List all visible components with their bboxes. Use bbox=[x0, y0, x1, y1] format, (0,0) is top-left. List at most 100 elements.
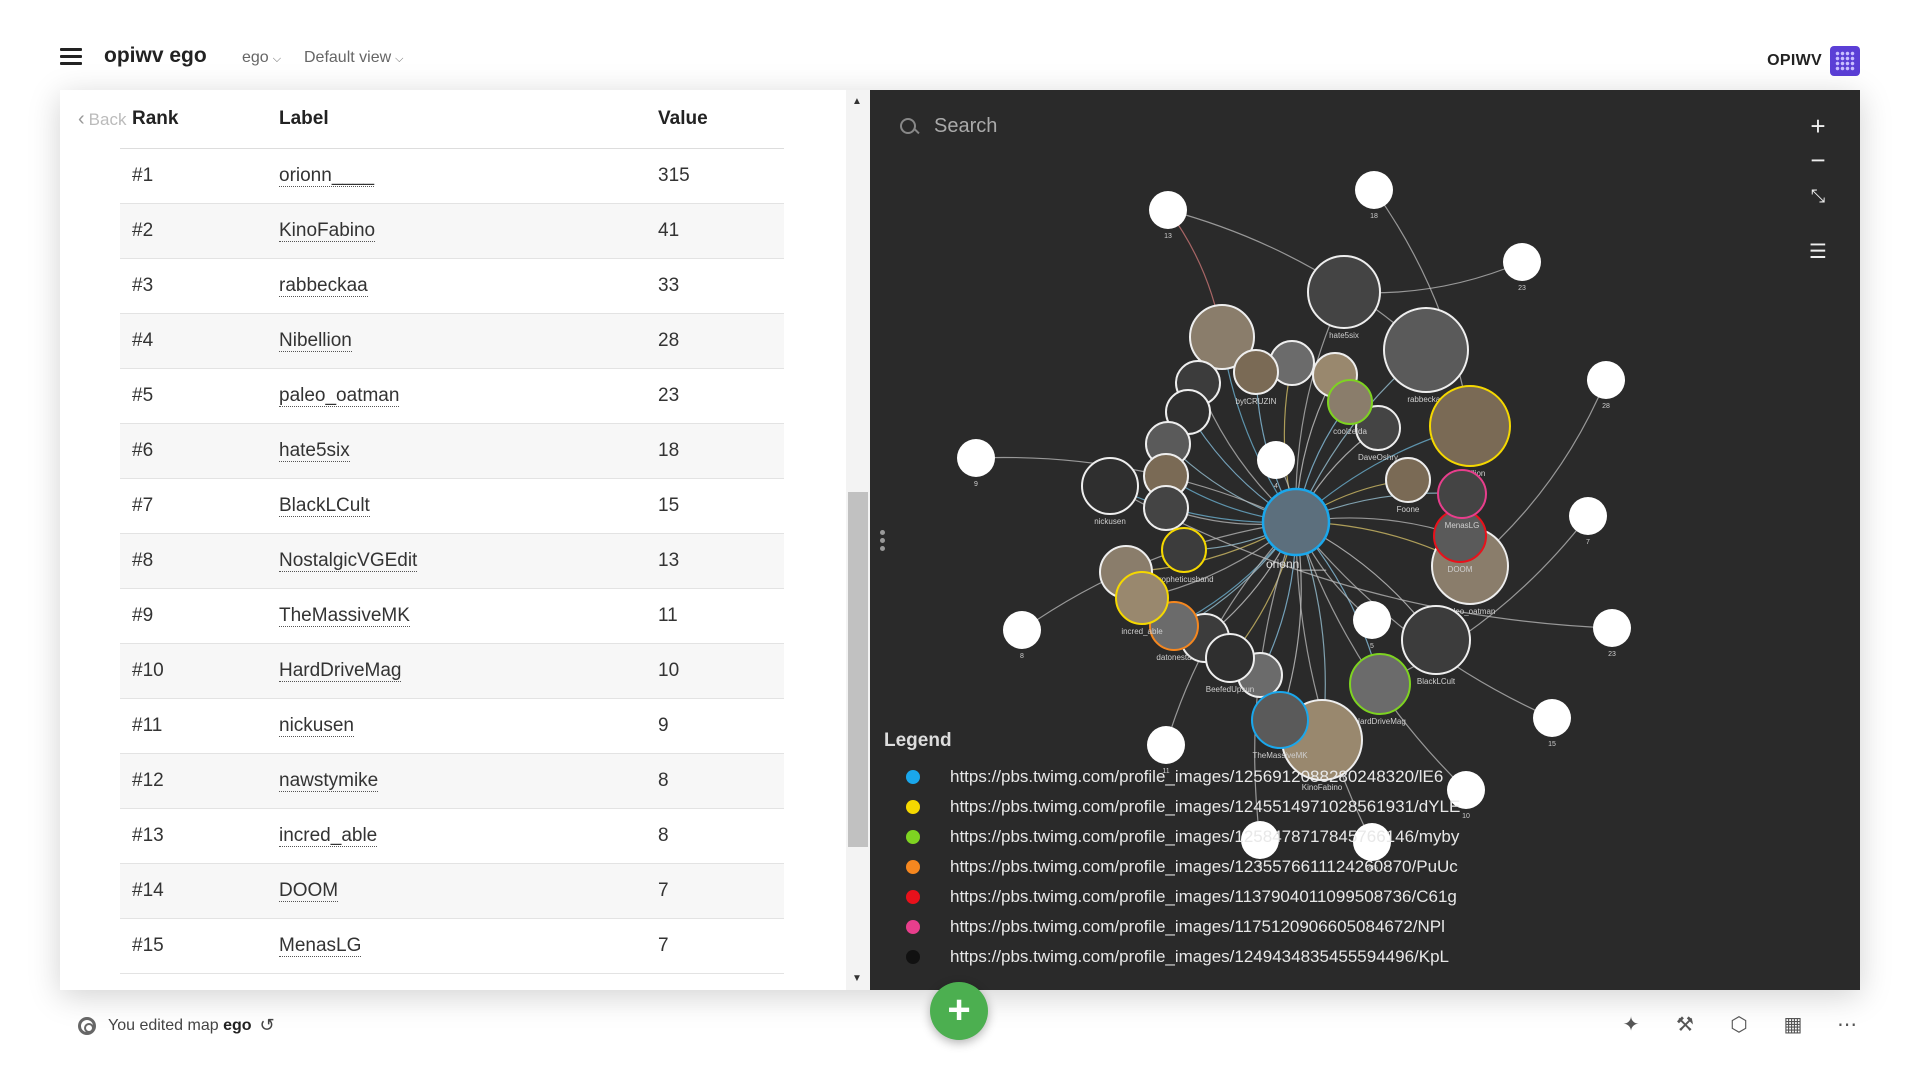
profile-node[interactable] bbox=[1385, 457, 1431, 503]
table-row[interactable]: #4 Nibellion 28 bbox=[120, 313, 784, 369]
label-cell[interactable]: KinoFabino bbox=[267, 203, 646, 259]
label-cell[interactable]: hate5six bbox=[267, 423, 646, 479]
white-node[interactable] bbox=[1593, 609, 1631, 647]
white-node[interactable] bbox=[1503, 243, 1541, 281]
profile-node[interactable] bbox=[1081, 457, 1139, 515]
white-node[interactable] bbox=[957, 439, 995, 477]
node-link[interactable]: nickusen bbox=[279, 715, 354, 737]
profile-node[interactable] bbox=[1205, 633, 1255, 683]
profile-node[interactable] bbox=[1143, 485, 1189, 531]
legend-item[interactable]: https://pbs.twimg.com/profile_images/125… bbox=[884, 822, 1494, 852]
more-icon[interactable]: ⋯ bbox=[1834, 1012, 1860, 1038]
legend-color-dot bbox=[906, 950, 920, 964]
label-cell[interactable]: DOOM bbox=[267, 863, 646, 919]
add-element-button[interactable]: + bbox=[930, 982, 988, 1040]
white-node[interactable] bbox=[1569, 497, 1607, 535]
node-link[interactable]: Nibellion bbox=[279, 330, 352, 352]
table-row[interactable]: #6 hate5six 18 bbox=[120, 423, 784, 479]
node-link[interactable]: TheMassiveMK bbox=[279, 605, 410, 627]
legend-item[interactable]: https://pbs.twimg.com/profile_images/117… bbox=[884, 912, 1494, 942]
table-row[interactable]: #1 orionn____ 315 bbox=[120, 148, 784, 204]
table-row[interactable]: #9 TheMassiveMK 11 bbox=[120, 588, 784, 644]
cube-icon[interactable]: ⬡ bbox=[1726, 1012, 1752, 1038]
profile-node[interactable] bbox=[1401, 605, 1471, 675]
profile-node[interactable] bbox=[1327, 379, 1373, 425]
table-row[interactable]: #5 paleo_oatman 23 bbox=[120, 368, 784, 424]
table-row[interactable]: #12 nawstymike 8 bbox=[120, 753, 784, 809]
column-header-rank[interactable]: Rank bbox=[120, 90, 267, 149]
map-dropdown[interactable]: ego ⌵ bbox=[242, 49, 281, 67]
profile-node[interactable] bbox=[1161, 527, 1207, 573]
magic-wand-icon[interactable]: ✦ bbox=[1618, 1012, 1644, 1038]
scroll-up-arrow-icon[interactable]: ▲ bbox=[852, 96, 862, 107]
node-link[interactable]: HardDriveMag bbox=[279, 660, 402, 682]
label-cell[interactable]: Nibellion bbox=[267, 313, 646, 369]
view-dropdown[interactable]: Default view ⌵ bbox=[304, 49, 404, 67]
profile-node[interactable] bbox=[1437, 469, 1487, 519]
white-node[interactable] bbox=[1353, 601, 1391, 639]
white-node[interactable] bbox=[1587, 361, 1625, 399]
node-label: DaveOshry bbox=[1358, 453, 1398, 462]
table-row[interactable]: #8 NostalgicVGEdit 13 bbox=[120, 533, 784, 589]
legend-item[interactable]: https://pbs.twimg.com/profile_images/124… bbox=[884, 942, 1494, 972]
table-row[interactable]: #10 HardDriveMag 10 bbox=[120, 643, 784, 699]
node-link[interactable]: rabbeckaa bbox=[279, 275, 368, 297]
table-row[interactable]: #7 BlackLCult 15 bbox=[120, 478, 784, 534]
node-link[interactable]: NostalgicVGEdit bbox=[279, 550, 418, 572]
node-link[interactable]: incred_able bbox=[279, 825, 378, 847]
white-node[interactable] bbox=[1149, 191, 1187, 229]
profile-node[interactable] bbox=[1429, 385, 1511, 467]
profile-node[interactable] bbox=[1233, 349, 1279, 395]
label-cell[interactable]: MenasLG bbox=[267, 918, 646, 974]
table-row[interactable]: #3 rabbeckaa 33 bbox=[120, 258, 784, 314]
node-link[interactable]: hate5six bbox=[279, 440, 350, 462]
node-link[interactable]: DOOM bbox=[279, 880, 339, 902]
column-header-value[interactable]: Value bbox=[646, 90, 784, 149]
undo-icon[interactable]: ↺ bbox=[260, 1015, 275, 1036]
white-node[interactable] bbox=[1257, 441, 1295, 479]
label-cell[interactable]: NostalgicVGEdit bbox=[267, 533, 646, 589]
label-cell[interactable]: paleo_oatman bbox=[267, 368, 646, 424]
label-cell[interactable]: incred_able bbox=[267, 808, 646, 864]
node-link[interactable]: orionn____ bbox=[279, 165, 375, 187]
label-cell[interactable]: nawstymike bbox=[267, 753, 646, 809]
label-cell[interactable]: rabbeckaa bbox=[267, 258, 646, 314]
scroll-down-arrow-icon[interactable]: ▼ bbox=[852, 973, 862, 984]
center-node[interactable] bbox=[1261, 487, 1331, 557]
table-row[interactable]: #11 nickusen 9 bbox=[120, 698, 784, 754]
node-link[interactable]: nawstymike bbox=[279, 770, 379, 792]
scrollbar-thumb[interactable] bbox=[848, 492, 868, 847]
profile-node[interactable] bbox=[1115, 571, 1169, 625]
legend-item[interactable]: https://pbs.twimg.com/profile_images/124… bbox=[884, 792, 1494, 822]
table-icon[interactable]: ▦ bbox=[1780, 1012, 1806, 1038]
hamburger-menu-icon[interactable] bbox=[60, 48, 82, 66]
profile-node[interactable] bbox=[1383, 307, 1469, 393]
label-cell[interactable]: nickusen bbox=[267, 698, 646, 754]
wrench-icon[interactable]: ⚒ bbox=[1672, 1012, 1698, 1038]
profile-node[interactable] bbox=[1349, 653, 1411, 715]
column-header-label[interactable]: Label bbox=[267, 90, 646, 149]
table-row[interactable]: #13 incred_able 8 bbox=[120, 808, 784, 864]
label-cell[interactable]: HardDriveMag bbox=[267, 643, 646, 699]
network-graph-panel: + − ⤡ ☰ 1318232897823151056114285rabbeck… bbox=[870, 90, 1860, 990]
label-cell[interactable]: TheMassiveMK bbox=[267, 588, 646, 644]
label-cell[interactable]: orionn____ bbox=[267, 148, 646, 204]
node-link[interactable]: BlackLCult bbox=[279, 495, 370, 517]
node-link[interactable]: KinoFabino bbox=[279, 220, 376, 242]
node-link[interactable]: MenasLG bbox=[279, 935, 362, 957]
white-node[interactable] bbox=[1003, 611, 1041, 649]
node-link[interactable]: paleo_oatman bbox=[279, 385, 400, 407]
label-cell[interactable]: BlackLCult bbox=[267, 478, 646, 534]
table-scrollbar[interactable]: ▲ ▼ bbox=[846, 90, 870, 990]
table-row[interactable]: #2 KinoFabino 41 bbox=[120, 203, 784, 259]
profile-node[interactable] bbox=[1307, 255, 1381, 329]
legend-item[interactable]: https://pbs.twimg.com/profile_images/125… bbox=[884, 762, 1494, 792]
legend-item[interactable]: https://pbs.twimg.com/profile_images/123… bbox=[884, 852, 1494, 882]
help-lifebuoy-icon[interactable] bbox=[78, 1016, 96, 1035]
white-node[interactable] bbox=[1355, 171, 1393, 209]
table-row[interactable]: #14 DOOM 7 bbox=[120, 863, 784, 919]
table-row[interactable]: #15 MenasLG 7 bbox=[120, 918, 784, 974]
white-node[interactable] bbox=[1533, 699, 1571, 737]
legend-item[interactable]: https://pbs.twimg.com/profile_images/113… bbox=[884, 882, 1494, 912]
brand[interactable]: OPIWV bbox=[1767, 46, 1860, 76]
